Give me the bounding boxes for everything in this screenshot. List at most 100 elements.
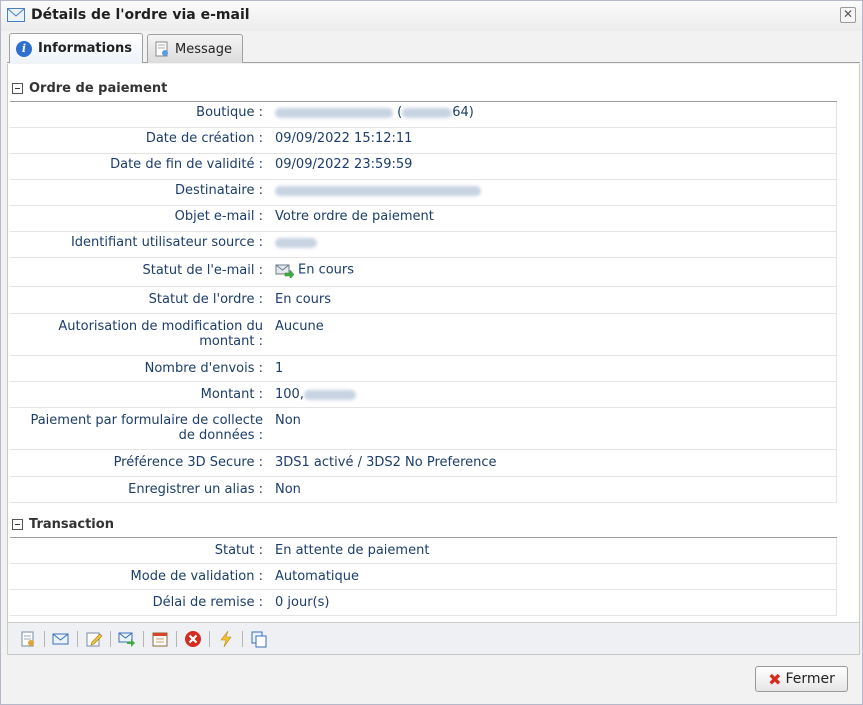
table-row: Statut de l'e-mail : En cours — [10, 258, 837, 287]
toolbar-separator — [242, 630, 243, 647]
section-header-payment-order[interactable]: Ordre de paiement — [12, 78, 167, 98]
toolbar-separator — [209, 630, 210, 647]
close-x-icon: ✖ — [768, 669, 782, 689]
row-label: Statut de l'ordre : — [148, 292, 263, 307]
transaction-table: Statut : En attente de paiement Mode de … — [10, 537, 837, 616]
section-title: Ordre de paiement — [29, 80, 168, 96]
row-label: Montant : — [200, 387, 263, 402]
collapse-icon[interactable] — [12, 518, 23, 530]
redacted-recipient — [275, 185, 481, 196]
shop-id-tail: 64) — [452, 105, 474, 120]
section-title: Transaction — [29, 516, 114, 532]
dialog-title: Détails de l'ordre via e-mail — [31, 7, 250, 23]
redacted-user-id — [275, 237, 317, 248]
table-row: Enregistrer un alias : Non — [10, 477, 837, 503]
toolbar-separator — [176, 630, 177, 647]
redacted-shop-name — [275, 107, 393, 118]
row-label: Délai de remise : — [152, 595, 263, 610]
row-value: Votre ordre de paiement — [275, 209, 434, 224]
cancel-icon[interactable] — [182, 628, 204, 650]
envelope-icon — [7, 8, 25, 22]
table-row: Objet e-mail : Votre ordre de paiement — [10, 206, 837, 232]
row-value: 1 — [275, 361, 284, 376]
row-value: En cours — [269, 258, 836, 286]
edit-icon[interactable] — [83, 628, 105, 650]
table-row: Paiement par formulaire de collecte de d… — [10, 408, 837, 450]
row-value: Automatique — [275, 569, 360, 584]
close-button-label: Fermer — [785, 671, 835, 687]
details-icon[interactable] — [17, 628, 39, 650]
tab-message[interactable]: Message — [147, 34, 243, 63]
dialog-footer: ✖ Fermer — [1, 656, 862, 704]
duplicate-icon[interactable] — [248, 628, 270, 650]
tab-label: Informations — [38, 41, 133, 56]
row-value: Non — [275, 482, 301, 497]
row-label: Statut : — [214, 543, 263, 558]
table-row: Montant : 100, — [10, 382, 837, 408]
row-value: 09/09/2022 23:59:59 — [275, 157, 413, 172]
row-label: Date de fin de validité : — [110, 157, 263, 172]
redacted-shop-id — [402, 107, 453, 118]
redacted-amount — [303, 389, 356, 400]
table-row: Nombre d'envois : 1 — [10, 356, 837, 382]
calendar-icon[interactable] — [149, 628, 171, 650]
mail-in-progress-icon — [275, 264, 295, 280]
tab-informations[interactable]: i Informations — [9, 33, 143, 63]
row-value: (64) — [269, 102, 836, 127]
info-icon: i — [16, 40, 32, 57]
table-row: Date de fin de validité : 09/09/2022 23:… — [10, 154, 837, 180]
table-row: Autorisation de modification du montant … — [10, 314, 837, 356]
table-row: Mode de validation : Automatique — [10, 564, 837, 590]
row-label: Autorisation de modification du montant … — [58, 319, 263, 349]
toolbar-separator — [44, 630, 45, 647]
table-row: Statut : En attente de paiement — [10, 538, 837, 564]
table-row: Statut de l'ordre : En cours — [10, 287, 837, 314]
content-panel: Ordre de paiement Boutique : (64) Date d… — [7, 64, 860, 622]
row-label: Identifiant utilisateur source : — [70, 235, 263, 250]
table-row: Destinataire : — [10, 180, 837, 206]
toolbar-separator — [143, 630, 144, 647]
payment-order-table: Boutique : (64) Date de création : 09/09… — [10, 101, 837, 503]
action-toolbar — [7, 622, 860, 655]
forward-email-icon[interactable] — [116, 628, 138, 650]
table-row: Date de création : 09/09/2022 15:12:11 — [10, 128, 837, 154]
collapse-icon[interactable] — [12, 82, 23, 94]
tab-strip: i Informations Message — [7, 31, 860, 63]
table-row: Boutique : (64) — [10, 102, 837, 128]
row-value: 09/09/2022 15:12:11 — [275, 131, 413, 146]
row-value: Non — [275, 413, 301, 428]
send-email-icon[interactable] — [50, 628, 72, 650]
row-label: Nombre d'envois : — [144, 361, 263, 376]
row-label: Objet e-mail : — [174, 209, 263, 224]
close-button[interactable]: ✖ Fermer — [755, 666, 848, 692]
row-label: Date de création : — [145, 131, 263, 146]
table-row: Identifiant utilisateur source : — [10, 232, 837, 258]
lightning-icon[interactable] — [215, 628, 237, 650]
close-icon[interactable]: ✕ — [840, 7, 856, 23]
row-value: Aucune — [275, 319, 324, 334]
row-label: Mode de validation : — [130, 569, 263, 584]
mail-status-text: En cours — [298, 262, 355, 278]
row-value — [269, 180, 836, 205]
tab-label: Message — [175, 41, 232, 57]
row-label: Boutique : — [196, 105, 263, 120]
row-label: Enregistrer un alias : — [128, 482, 263, 497]
row-value: 3DS1 activé / 3DS2 No Preference — [275, 455, 497, 470]
section-header-transaction[interactable]: Transaction — [12, 514, 114, 534]
row-value: En cours — [275, 292, 332, 307]
table-row: Préférence 3D Secure : 3DS1 activé / 3DS… — [10, 450, 837, 477]
amount-text: 100, — [275, 387, 304, 402]
row-value: 0 jour(s) — [275, 595, 330, 610]
row-label: Paiement par formulaire de collecte de d… — [30, 413, 263, 443]
table-row: Délai de remise : 0 jour(s) — [10, 590, 837, 616]
row-label: Statut de l'e-mail : — [142, 263, 263, 278]
row-value — [269, 232, 836, 257]
message-icon — [155, 41, 168, 57]
title-bar[interactable]: Détails de l'ordre via e-mail ✕ — [1, 1, 862, 31]
dialog-window: Détails de l'ordre via e-mail ✕ i Inform… — [0, 0, 863, 705]
toolbar-separator — [110, 630, 111, 647]
toolbar-separator — [77, 630, 78, 647]
row-label: Destinataire : — [175, 183, 263, 198]
row-value: En attente de paiement — [275, 543, 430, 558]
row-label: Préférence 3D Secure : — [113, 455, 263, 470]
